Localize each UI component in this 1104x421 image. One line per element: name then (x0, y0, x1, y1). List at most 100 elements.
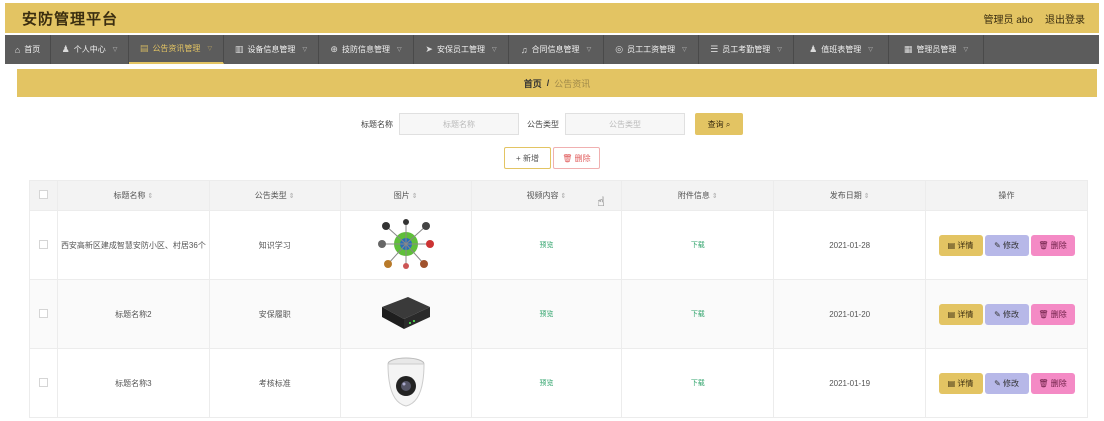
breadcrumb-home[interactable]: 首页 (524, 77, 542, 90)
nav-item-label: 设备信息管理 (247, 45, 296, 54)
cell-type: 安保履职 (208, 279, 341, 349)
admin-icon: ▦ (903, 44, 913, 54)
type-search-input[interactable]: 公告类型 (565, 113, 685, 135)
breadcrumb-current: 公告资讯 (554, 78, 591, 89)
list-icon: ☰ (710, 44, 719, 54)
cell-actions: ▤ 详情 ✎ 修改 🗑 删除 (925, 348, 1088, 418)
row-delete-button[interactable]: 🗑 删除 (1030, 234, 1075, 256)
download-link[interactable]: 下载 (691, 242, 705, 249)
col-type[interactable]: 公告类型 ⇕ (208, 180, 341, 211)
table-row[interactable]: 标题名称3 考核标准 预览 下载 2021-01-19 ▤ 详情 ✎ 修改 🗑 删除 (29, 348, 1088, 418)
download-link[interactable]: 下载 (691, 311, 705, 318)
cell-attachment: 下载 (621, 210, 775, 280)
cell-actions: ▤ 详情 ✎ 修改 🗑 删除 (925, 279, 1088, 349)
cell-image[interactable] (339, 348, 472, 418)
cell-title: 标题名称3 (56, 348, 210, 418)
col-title[interactable]: 标题名称 ⇕ (56, 180, 210, 211)
detail-button[interactable]: ▤ 详情 (938, 372, 983, 394)
tech-icon: ⊕ (330, 44, 338, 54)
title-label: 标题名称 (361, 119, 393, 129)
cell-video: 预览 (470, 279, 623, 349)
edit-button[interactable]: ✎ 修改 (984, 372, 1029, 394)
nav-item-9[interactable]: ♟ 值班表管理 ▽ (794, 35, 889, 64)
search-form: 标题名称 标题名称 公告类型 公告类型 查询 ⌕ (0, 113, 1104, 135)
top-header: 安防管理平台 管理员 abo 退出登录 (5, 3, 1099, 33)
table-row[interactable]: 标题名称2 安保履职 预览 下载 2021-01-20 ▤ 详情 ✎ 修改 🗑 删除 (29, 279, 1088, 349)
add-button[interactable]: + 新增 (504, 147, 551, 169)
row-checkbox[interactable] (29, 279, 58, 349)
logout-link[interactable]: 退出登录 (1045, 11, 1085, 26)
main-nav: ⌂ 首页 ♟ 个人中心 ▽ ▤ 公告资讯管理 ▽ ▥ 设备信息管理 ▽ ⊕ 技防信息管理 ▽ ➤ 安保员工管理… (5, 35, 1099, 64)
nav-item-label: 技防信息管理 (341, 45, 390, 54)
preview-link[interactable]: 预览 (539, 311, 553, 318)
cell-date: 2021-01-28 (773, 210, 927, 280)
row-delete-button[interactable]: 🗑 删除 (1030, 303, 1075, 325)
notice-icon: ▤ (139, 43, 149, 53)
nav-item-1[interactable]: ♟ 个人中心 ▽ (51, 35, 129, 64)
nav-item-3[interactable]: ▥ 设备信息管理 ▽ (224, 35, 319, 64)
detail-button[interactable]: ▤ 详情 (938, 303, 983, 325)
nav-item-2[interactable]: ▤ 公告资讯管理 ▽ (129, 35, 224, 64)
nav-item-7[interactable]: ◎ 员工工资管理 ▽ (604, 35, 699, 64)
cell-image[interactable] (339, 210, 472, 280)
nav-item-label: 安保员工管理 (436, 45, 485, 54)
cell-actions: ▤ 详情 ✎ 修改 🗑 删除 (925, 210, 1088, 280)
user-icon: ♟ (61, 44, 70, 54)
send-icon: ➤ (425, 44, 433, 54)
table-row[interactable]: 西安高新区建成智慧安防小区、村居36个 知识学习 预览 下载 2021-01-28 ▤ 详… (29, 210, 1088, 280)
chevron-down-icon: ▽ (868, 47, 873, 53)
hand-cursor-icon: ☝ (597, 194, 605, 209)
row-delete-button[interactable]: 🗑 删除 (1030, 372, 1075, 394)
cell-attachment: 下载 (621, 279, 775, 349)
cell-title: 西安高新区建成智慧安防小区、村居36个 (56, 210, 210, 280)
cell-type: 考核标准 (208, 348, 341, 418)
edit-button[interactable]: ✎ 修改 (984, 303, 1029, 325)
chevron-down-icon: ▽ (682, 47, 687, 53)
col-date[interactable]: 发布日期 ⇕ (773, 180, 927, 211)
chevron-down-icon: ▽ (396, 47, 402, 53)
nav-item-10[interactable]: ▦ 管理员管理 ▽ (889, 35, 984, 64)
cell-attachment: 下载 (621, 348, 775, 418)
app-title: 安防管理平台 (22, 10, 119, 28)
detail-button[interactable]: ▤ 详情 (938, 234, 983, 256)
salary-icon: ◎ (615, 44, 624, 54)
nav-item-label: 首页 (24, 45, 41, 54)
chevron-down-icon: ▽ (491, 47, 497, 53)
row-checkbox[interactable] (29, 348, 58, 418)
cell-type: 知识学习 (208, 210, 341, 280)
nav-item-5[interactable]: ➤ 安保员工管理 ▽ (414, 35, 509, 64)
batch-delete-button[interactable]: 🗑 删除 (553, 147, 600, 169)
dvr-box-image (378, 297, 434, 335)
nav-item-0[interactable]: ⌂ 首页 (5, 35, 51, 64)
title-search-input[interactable]: 标题名称 (399, 113, 519, 135)
device-icon: ▥ (234, 44, 244, 54)
query-button[interactable]: 查询 ⌕ (695, 113, 743, 135)
user-area: 管理员 abo 退出登录 (984, 11, 1085, 26)
preview-link[interactable]: 预览 (539, 380, 553, 387)
select-all-checkbox[interactable] (29, 180, 58, 211)
bell-icon: ♫ (520, 44, 528, 55)
download-link[interactable]: 下载 (691, 380, 705, 387)
row-checkbox[interactable] (29, 210, 58, 280)
nav-item-label: 员工考勤管理 (722, 45, 771, 54)
nav-item-6[interactable]: ♫ 合同信息管理 ▽ (509, 35, 604, 64)
current-user[interactable]: 管理员 abo (984, 11, 1033, 26)
nav-item-label: 员工工资管理 (627, 45, 676, 54)
chevron-down-icon: ▽ (963, 47, 969, 53)
col-attachment[interactable]: 附件信息 ⇕ (621, 180, 775, 211)
chevron-down-icon: ▽ (112, 47, 118, 53)
nav-item-label: 值班表管理 (821, 45, 862, 54)
edit-button[interactable]: ✎ 修改 (984, 234, 1029, 256)
nav-item-label: 公告资讯管理 (152, 44, 201, 53)
nav-item-label: 个人中心 (73, 45, 106, 54)
nav-item-4[interactable]: ⊕ 技防信息管理 ▽ (319, 35, 414, 64)
col-image[interactable]: 图片 ⇕ (339, 180, 472, 211)
preview-link[interactable]: 预览 (539, 242, 553, 249)
network-diagram-image (377, 219, 434, 272)
nav-item-label: 合同信息管理 (531, 45, 580, 54)
cell-image[interactable] (339, 279, 472, 349)
chevron-down-icon: ▽ (586, 47, 592, 53)
notice-table: 标题名称 ⇕ 公告类型 ⇕ 图片 ⇕ 视频内容 ⇕ 附件信息 ⇕ 发布日期 ⇕ 操作 西安高… (29, 180, 1088, 418)
nav-item-8[interactable]: ☰ 员工考勤管理 ▽ (699, 35, 794, 64)
col-actions: 操作 (925, 180, 1088, 211)
